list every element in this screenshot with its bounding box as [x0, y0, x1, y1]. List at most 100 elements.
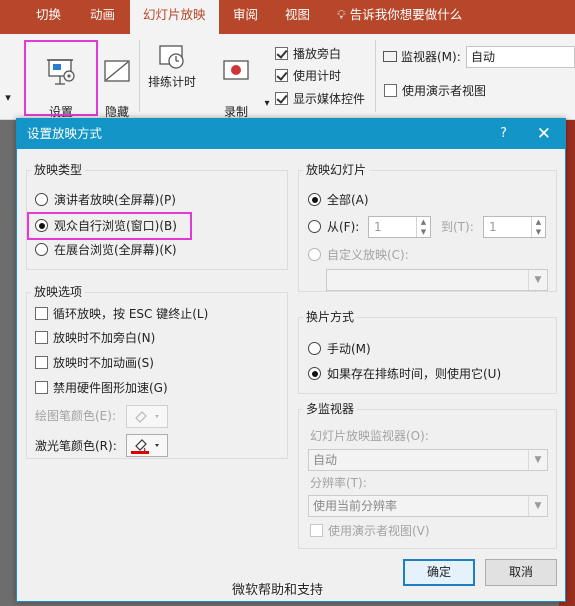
- slides-all-option[interactable]: 全部(A): [308, 190, 369, 210]
- monitor-label: 监视器(M):: [401, 50, 461, 64]
- advance-group-label: 换片方式: [303, 308, 358, 325]
- cancel-button[interactable]: 取消: [485, 559, 557, 586]
- tab-review[interactable]: 审阅: [233, 0, 258, 34]
- disable-acceleration-checkbox-row[interactable]: 禁用硬件图形加速(G): [35, 378, 168, 398]
- slideshow-monitor-label: 幻灯片放映监视器(O):: [310, 429, 429, 443]
- presenter-view-label: 使用演示者视图(V): [328, 524, 430, 538]
- dialog-titlebar: 设置放映方式 ? ✕: [17, 119, 565, 149]
- pen-color-label: 绘图笔颜色(E):: [35, 409, 116, 423]
- ribbon-divider: [375, 40, 376, 112]
- disable-acceleration-checkbox[interactable]: [35, 381, 48, 394]
- narration-label: 播放旁白: [293, 47, 342, 61]
- laser-color-swatch: [131, 451, 149, 454]
- no-animation-label: 放映时不加动画(S): [53, 356, 154, 370]
- advance-timing-label: 如果存在排练时间，则使用它(U): [327, 367, 502, 381]
- laser-color-icon: [131, 439, 159, 454]
- monitor-icon: [383, 51, 397, 62]
- record-icon: [223, 60, 249, 80]
- record-dropdown-arrow[interactable]: ▾: [262, 96, 272, 111]
- multi-monitor-group-label: 多监视器: [303, 400, 358, 417]
- slides-all-label: 全部(A): [327, 193, 369, 207]
- pen-color-icon: [135, 411, 159, 423]
- narration-check[interactable]: [275, 47, 288, 60]
- ok-button[interactable]: 确定: [403, 559, 475, 586]
- show-options-group-label: 放映选项: [31, 283, 86, 300]
- presenter-view-checkbox: [310, 524, 323, 537]
- resolution-value: 使用当前分辨率: [313, 499, 398, 513]
- slideshow-monitor-select: 自动 ▼: [308, 449, 548, 471]
- advance-timing-option[interactable]: 如果存在排练时间，则使用它(U): [308, 364, 501, 384]
- loop-label: 循环放映，按 ESC 键终止(L): [53, 307, 209, 321]
- ribbon-presenter-view-check[interactable]: [384, 84, 397, 97]
- advance-manual-radio[interactable]: [308, 342, 321, 355]
- no-narration-checkbox-row[interactable]: 放映时不加旁白(N): [35, 328, 155, 348]
- hide-slide-icon: [104, 60, 130, 82]
- ribbon-overflow[interactable]: ▾: [1, 90, 15, 105]
- slides-to-arrows: ▲ ▼: [531, 217, 545, 237]
- resolution-label: 分辨率(T):: [310, 476, 367, 490]
- rehearse-timings-button[interactable]: 排练计时: [145, 42, 199, 90]
- loop-checkbox[interactable]: [35, 307, 48, 320]
- pen-color-button: [126, 405, 168, 428]
- use-timings-check[interactable]: [275, 69, 288, 82]
- stopwatch-icon: [159, 45, 184, 69]
- chevron-down-icon: ▼: [528, 270, 547, 290]
- laser-color-label: 激光笔颜色(R):: [35, 439, 117, 453]
- ribbon-presenter-view-checkbox[interactable]: 使用演示者视图: [384, 82, 486, 100]
- media-controls-checkbox[interactable]: 显示媒体控件: [275, 90, 365, 108]
- monitor-label-row: 监视器(M):: [383, 48, 461, 66]
- use-timings-label: 使用计时: [293, 69, 342, 83]
- media-controls-label: 显示媒体控件: [293, 92, 366, 106]
- highlight-box-setup: [24, 40, 98, 116]
- show-type-group-label: 放映类型: [31, 161, 86, 178]
- ribbon-tab-bar: 切换 动画 幻灯片放映 审阅 视图 💡︎ 告诉我你想要做什么: [0, 0, 575, 36]
- disable-acceleration-label: 禁用硬件图形加速(G): [53, 381, 168, 395]
- slides-from-arrows: ▲ ▼: [416, 217, 430, 237]
- resolution-select: 使用当前分辨率 ▼: [308, 495, 548, 517]
- slides-custom-option: 自定义放映(C):: [308, 245, 409, 265]
- advance-manual-option[interactable]: 手动(M): [308, 339, 371, 359]
- advance-timing-radio[interactable]: [308, 367, 321, 380]
- presenter-view-checkbox-row: 使用演示者视图(V): [310, 521, 430, 541]
- option-presenter-radio[interactable]: [35, 193, 48, 206]
- custom-show-select: ▼: [326, 269, 548, 291]
- use-timings-checkbox[interactable]: 使用计时: [275, 67, 341, 85]
- narration-checkbox[interactable]: 播放旁白: [275, 45, 341, 63]
- lightbulb-icon: 💡︎: [337, 7, 346, 22]
- slides-from-option[interactable]: 从(F):: [308, 217, 359, 237]
- no-narration-checkbox[interactable]: [35, 331, 48, 344]
- no-animation-checkbox-row[interactable]: 放映时不加动画(S): [35, 353, 154, 373]
- option-presenter[interactable]: 演讲者放映(全屏幕)(P): [35, 190, 176, 210]
- option-kiosk[interactable]: 在展台浏览(全屏幕)(K): [35, 240, 177, 260]
- slides-from-spinner: 1 ▲ ▼: [368, 216, 431, 238]
- no-animation-checkbox[interactable]: [35, 356, 48, 369]
- tab-animations[interactable]: 动画: [90, 0, 115, 34]
- slides-custom-radio: [308, 248, 321, 261]
- chevron-down-icon: ▼: [528, 496, 547, 516]
- slides-to-value: 1: [489, 220, 497, 234]
- option-kiosk-label: 在展台浏览(全屏幕)(K): [54, 243, 177, 257]
- tell-me-box[interactable]: 💡︎ 告诉我你想要做什么: [337, 0, 462, 30]
- tab-view[interactable]: 视图: [285, 0, 310, 34]
- show-slides-group-label: 放映幻灯片: [303, 161, 370, 178]
- tab-transitions[interactable]: 切换: [36, 0, 61, 34]
- rehearse-timings-label: 排练计时: [147, 75, 196, 89]
- slides-from-label: 从(F):: [327, 220, 360, 234]
- help-button[interactable]: ?: [500, 119, 507, 149]
- slides-custom-label: 自定义放映(C):: [327, 248, 409, 262]
- slideshow-monitor-value: 自动: [313, 453, 338, 467]
- advance-manual-label: 手动(M): [327, 342, 371, 356]
- loop-checkbox-row[interactable]: 循环放映，按 ESC 键终止(L): [35, 304, 208, 324]
- laser-color-button[interactable]: [126, 434, 168, 457]
- slides-from-radio[interactable]: [308, 220, 321, 233]
- slides-from-value: 1: [374, 220, 382, 234]
- tab-slideshow[interactable]: 幻灯片放映: [130, 0, 219, 36]
- highlight-box-browsed: [27, 212, 192, 240]
- slides-all-radio[interactable]: [308, 193, 321, 206]
- monitor-select[interactable]: 自动: [466, 46, 575, 68]
- ribbon-presenter-view-label: 使用演示者视图: [402, 84, 487, 98]
- watermark-text: 微软帮助和支持: [232, 583, 324, 598]
- close-icon[interactable]: ✕: [537, 119, 551, 149]
- option-kiosk-radio[interactable]: [35, 243, 48, 256]
- media-controls-check[interactable]: [275, 92, 288, 105]
